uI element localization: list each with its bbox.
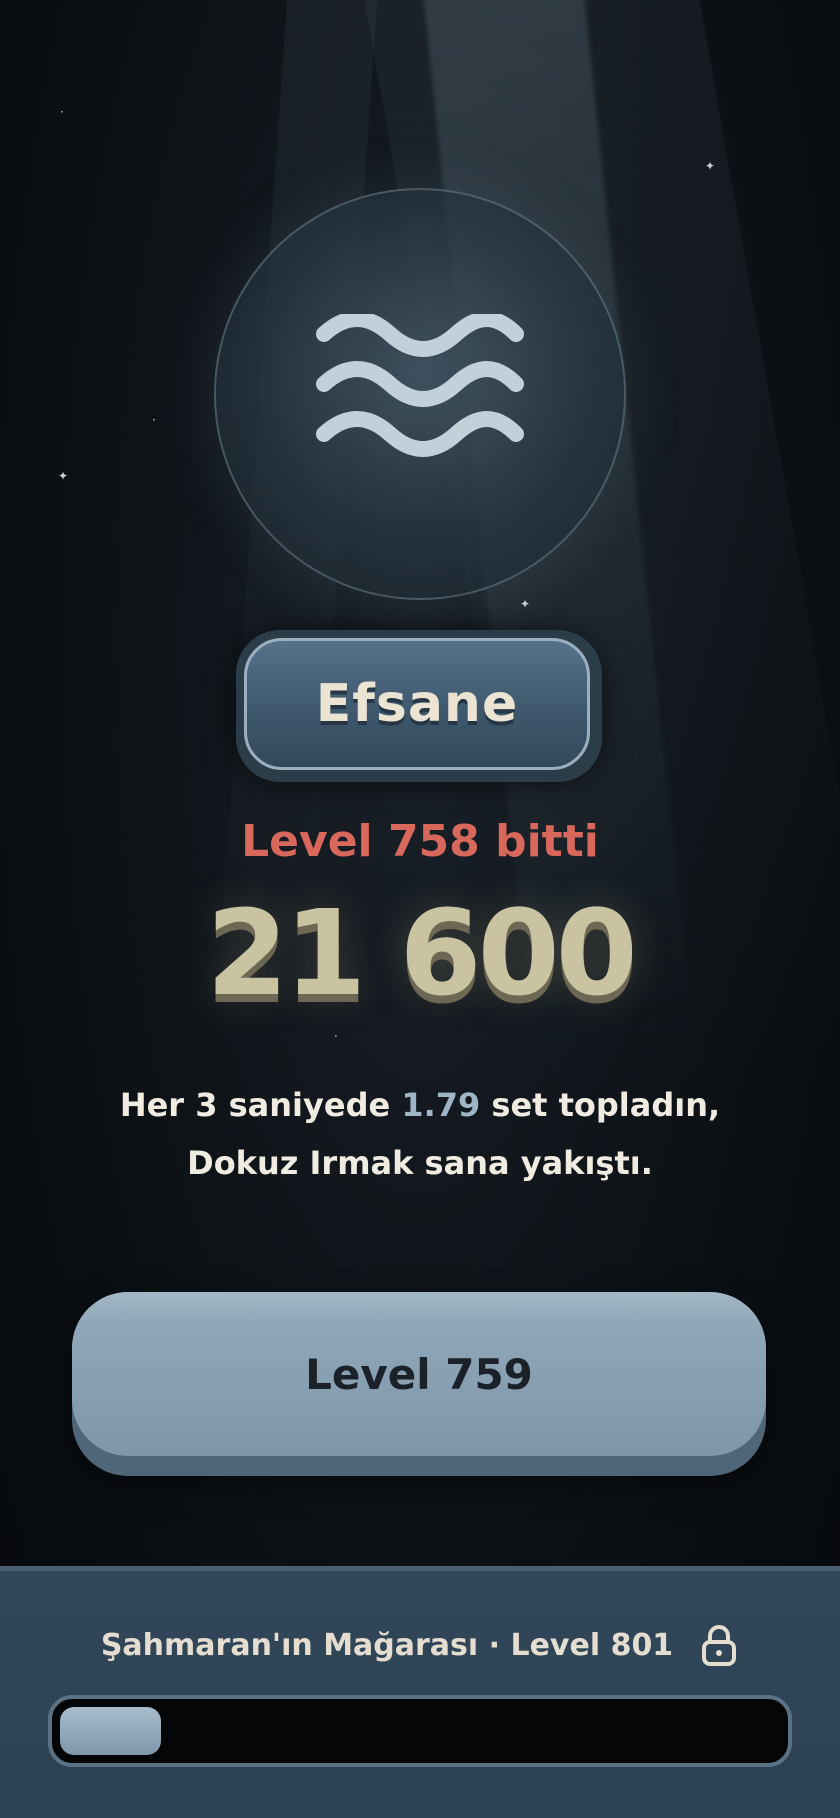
sparkle-icon: · — [60, 105, 64, 119]
message-line-1: Her 3 saniyede 1.79 set topladın, — [40, 1076, 800, 1134]
rank-badge-face: Efsane — [244, 638, 590, 770]
sparkle-icon: ✦ — [520, 597, 531, 611]
sets-rate-value: 1.79 — [401, 1086, 481, 1124]
message-suffix: set topladın, — [480, 1086, 721, 1124]
message-line-2: Dokuz Irmak sana yakıştı. — [187, 1144, 653, 1182]
next-area-header: Şahmaran'ın Mağarası · Level 801 — [0, 1623, 840, 1667]
lock-icon — [702, 1625, 737, 1666]
next-area-panel: Şahmaran'ın Mağarası · Level 801 — [0, 1566, 840, 1818]
water-waves-icon — [316, 314, 524, 457]
sparkle-icon: ✦ — [705, 159, 716, 173]
next-level-button-label: Level 759 — [305, 1349, 533, 1399]
rank-label: Efsane — [315, 674, 519, 734]
area-progress-bar — [48, 1695, 792, 1767]
level-complete-title: Level 758 bitti — [241, 816, 599, 867]
area-progress-fill — [60, 1707, 161, 1755]
next-level-button-face[interactable]: Level 759 — [72, 1292, 766, 1456]
sparkle-icon: · — [152, 413, 156, 427]
next-level-button[interactable]: Level 759 — [72, 1292, 766, 1476]
sparkle-icon: ✦ — [58, 469, 69, 483]
score-value: 21 600 — [206, 884, 638, 1022]
level-emblem — [214, 188, 626, 600]
sparkle-icon: · — [334, 1029, 338, 1043]
result-message: Her 3 saniyede 1.79 set topladın, Dokuz … — [40, 1076, 800, 1192]
next-area-label: Şahmaran'ın Mağarası · Level 801 — [100, 1627, 674, 1663]
rank-badge: Efsane — [236, 630, 602, 782]
result-screen: · ✦ ✦ · ✦ · · Efsane Level 758 bitti 21 … — [0, 0, 840, 1568]
message-prefix: Her 3 saniyede — [119, 1086, 402, 1124]
